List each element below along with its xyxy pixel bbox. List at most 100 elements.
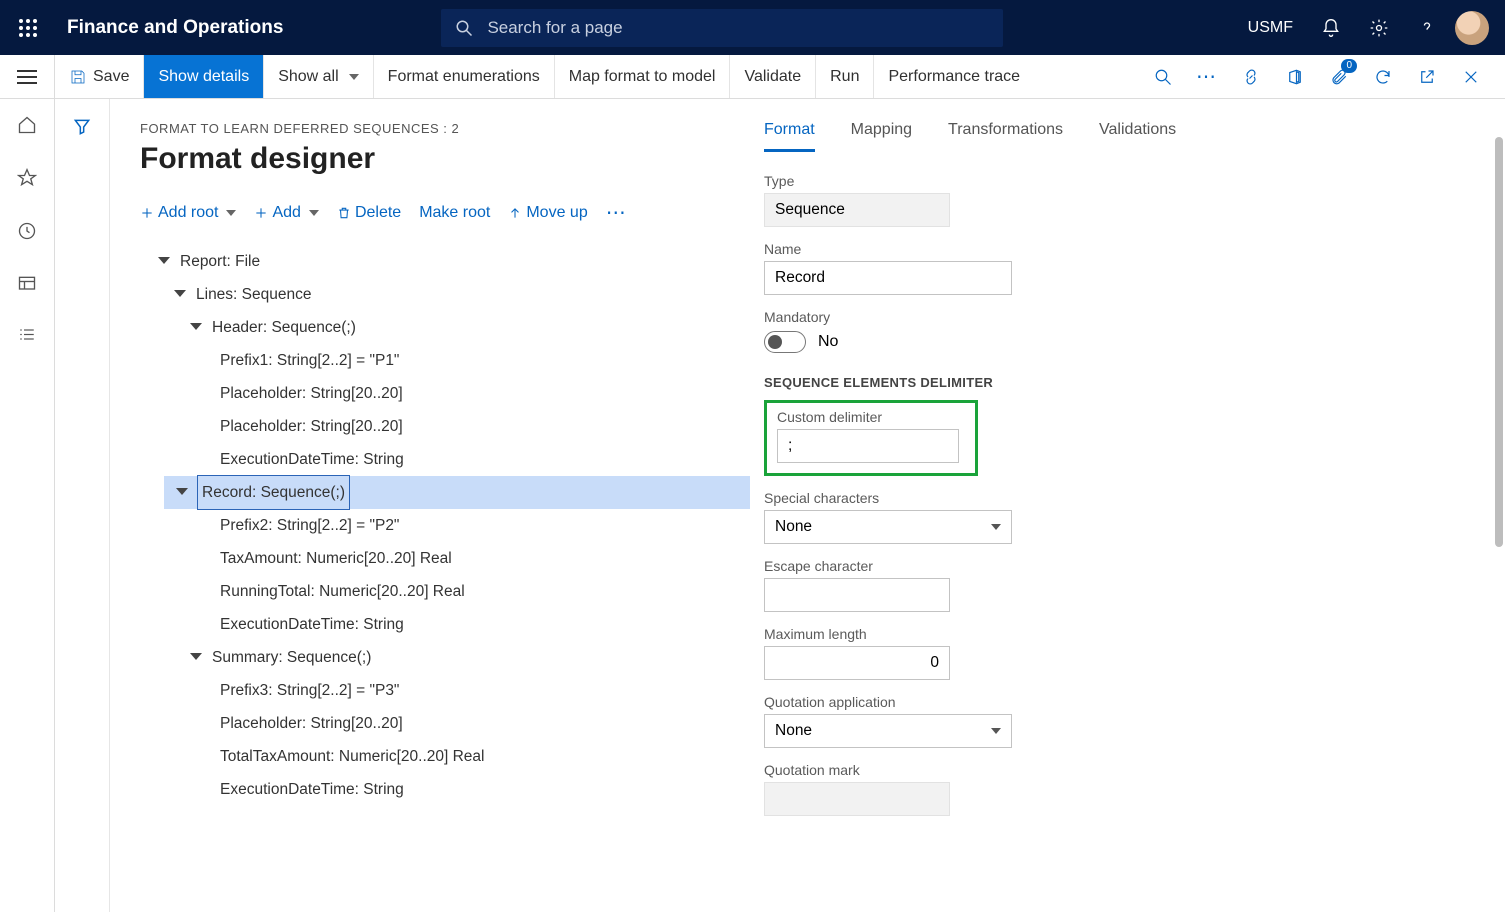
type-label: Type bbox=[764, 173, 1485, 189]
caret-icon bbox=[190, 323, 202, 330]
arrow-up-icon bbox=[508, 206, 522, 220]
caret-icon bbox=[190, 653, 202, 660]
quotation-application-label: Quotation application bbox=[764, 694, 1485, 710]
custom-delimiter-highlight: Custom delimiter ; bbox=[764, 400, 978, 476]
search-icon[interactable] bbox=[1143, 57, 1183, 97]
tree-node[interactable]: Prefix1: String[2..2] = "P1" bbox=[140, 344, 750, 377]
save-icon bbox=[69, 68, 87, 86]
tree-node[interactable]: Prefix3: String[2..2] = "P3" bbox=[140, 674, 750, 707]
search-icon bbox=[455, 19, 473, 37]
show-details-button[interactable]: Show details bbox=[144, 55, 264, 98]
format-form: Type Sequence Name Record Mandatory No S… bbox=[764, 173, 1485, 816]
topbar: Finance and Operations Search for a page… bbox=[0, 0, 1505, 55]
search-placeholder: Search for a page bbox=[487, 18, 622, 38]
hamburger-icon[interactable] bbox=[0, 55, 55, 98]
custom-delimiter-label: Custom delimiter bbox=[777, 409, 965, 425]
page-title: Format designer bbox=[140, 142, 750, 176]
popout-icon[interactable] bbox=[1407, 57, 1447, 97]
home-icon[interactable] bbox=[17, 115, 37, 140]
main: FORMAT TO LEARN DEFERRED SEQUENCES : 2 F… bbox=[0, 99, 1505, 912]
tree-node[interactable]: Placeholder: String[20..20] bbox=[140, 707, 750, 740]
scrollbar[interactable] bbox=[1495, 137, 1503, 547]
help-icon[interactable] bbox=[1407, 8, 1447, 48]
tree-node[interactable]: Lines: Sequence bbox=[140, 278, 750, 311]
make-root-button[interactable]: Make root bbox=[419, 204, 490, 222]
map-format-button[interactable]: Map format to model bbox=[555, 55, 731, 98]
tree-node[interactable]: Prefix2: String[2..2] = "P2" bbox=[140, 509, 750, 542]
tree-more-icon[interactable]: ⋯ bbox=[606, 200, 628, 225]
tab-mapping[interactable]: Mapping bbox=[851, 121, 912, 152]
run-button[interactable]: Run bbox=[816, 55, 874, 98]
mandatory-toggle[interactable]: No bbox=[764, 331, 1485, 353]
delete-button[interactable]: Delete bbox=[337, 204, 401, 222]
filter-icon[interactable] bbox=[72, 117, 92, 912]
waffle-icon[interactable] bbox=[0, 18, 55, 38]
workspace-icon[interactable] bbox=[17, 274, 37, 299]
escape-character-field[interactable] bbox=[764, 578, 950, 612]
mandatory-value: No bbox=[818, 333, 838, 351]
left-panel: FORMAT TO LEARN DEFERRED SEQUENCES : 2 F… bbox=[110, 99, 750, 912]
badge-count: 0 bbox=[1341, 59, 1357, 73]
chevron-down-icon bbox=[991, 524, 1001, 530]
tree-node-selected[interactable]: Record: Sequence(;) bbox=[164, 476, 750, 509]
avatar[interactable] bbox=[1455, 11, 1489, 45]
topbar-right: USMF bbox=[1238, 8, 1505, 48]
tree-node[interactable]: Report: File bbox=[140, 245, 750, 278]
tree-toolbar: Add root Add Delete Make root Move up ⋯ bbox=[140, 200, 750, 225]
app-title: Finance and Operations bbox=[67, 17, 283, 39]
tree-node[interactable]: Placeholder: String[20..20] bbox=[140, 410, 750, 443]
close-icon[interactable] bbox=[1451, 57, 1491, 97]
tab-format[interactable]: Format bbox=[764, 121, 815, 152]
gear-icon[interactable] bbox=[1359, 8, 1399, 48]
filter-column bbox=[55, 99, 110, 912]
tree-node[interactable]: TaxAmount: Numeric[20..20] Real bbox=[140, 542, 750, 575]
special-characters-select[interactable]: None bbox=[764, 510, 1012, 544]
trash-icon bbox=[337, 205, 351, 221]
bell-icon[interactable] bbox=[1311, 8, 1351, 48]
plus-icon bbox=[254, 206, 268, 220]
refresh-icon[interactable] bbox=[1363, 57, 1403, 97]
tree-node[interactable]: ExecutionDateTime: String bbox=[140, 773, 750, 806]
format-enumerations-button[interactable]: Format enumerations bbox=[374, 55, 555, 98]
clock-icon[interactable] bbox=[17, 221, 37, 246]
maximum-length-field[interactable]: 0 bbox=[764, 646, 950, 680]
tree-node[interactable]: Summary: Sequence(;) bbox=[140, 641, 750, 674]
tree-node[interactable]: RunningTotal: Numeric[20..20] Real bbox=[140, 575, 750, 608]
details-tabs: Format Mapping Transformations Validatio… bbox=[764, 121, 1485, 153]
tab-transformations[interactable]: Transformations bbox=[948, 121, 1063, 152]
tree-node[interactable]: Header: Sequence(;) bbox=[140, 311, 750, 344]
tree-node[interactable]: Placeholder: String[20..20] bbox=[140, 377, 750, 410]
modules-icon[interactable] bbox=[17, 327, 37, 350]
tab-validations[interactable]: Validations bbox=[1099, 121, 1176, 152]
format-tree: Report: File Lines: Sequence Header: Seq… bbox=[140, 245, 750, 806]
designer: FORMAT TO LEARN DEFERRED SEQUENCES : 2 F… bbox=[110, 99, 1505, 912]
more-icon[interactable]: ⋯ bbox=[1187, 57, 1227, 97]
quotation-mark-field[interactable] bbox=[764, 782, 950, 816]
validate-button[interactable]: Validate bbox=[730, 55, 816, 98]
add-button[interactable]: Add bbox=[254, 204, 318, 222]
escape-character-label: Escape character bbox=[764, 558, 1485, 574]
link-icon[interactable] bbox=[1231, 57, 1271, 97]
caret-icon bbox=[158, 257, 170, 264]
move-up-button[interactable]: Move up bbox=[508, 204, 587, 222]
tree-node[interactable]: ExecutionDateTime: String bbox=[140, 608, 750, 641]
search-input[interactable]: Search for a page bbox=[441, 9, 1003, 47]
name-field[interactable]: Record bbox=[764, 261, 1012, 295]
star-icon[interactable] bbox=[17, 168, 37, 193]
performance-trace-button[interactable]: Performance trace bbox=[874, 55, 1034, 98]
type-field: Sequence bbox=[764, 193, 950, 227]
special-characters-label: Special characters bbox=[764, 490, 1485, 506]
add-root-button[interactable]: Add root bbox=[140, 204, 236, 222]
show-all-button[interactable]: Show all bbox=[264, 55, 373, 98]
custom-delimiter-field[interactable]: ; bbox=[777, 429, 959, 463]
cmdbar-right: ⋯ 0 bbox=[1143, 55, 1505, 98]
company-code[interactable]: USMF bbox=[1238, 19, 1303, 37]
plus-icon bbox=[140, 206, 154, 220]
right-panel: Format Mapping Transformations Validatio… bbox=[750, 99, 1505, 912]
save-button[interactable]: Save bbox=[55, 55, 144, 98]
attachments-icon[interactable]: 0 bbox=[1319, 57, 1359, 97]
tree-node[interactable]: ExecutionDateTime: String bbox=[140, 443, 750, 476]
office-icon[interactable] bbox=[1275, 57, 1315, 97]
tree-node[interactable]: TotalTaxAmount: Numeric[20..20] Real bbox=[140, 740, 750, 773]
quotation-application-select[interactable]: None bbox=[764, 714, 1012, 748]
